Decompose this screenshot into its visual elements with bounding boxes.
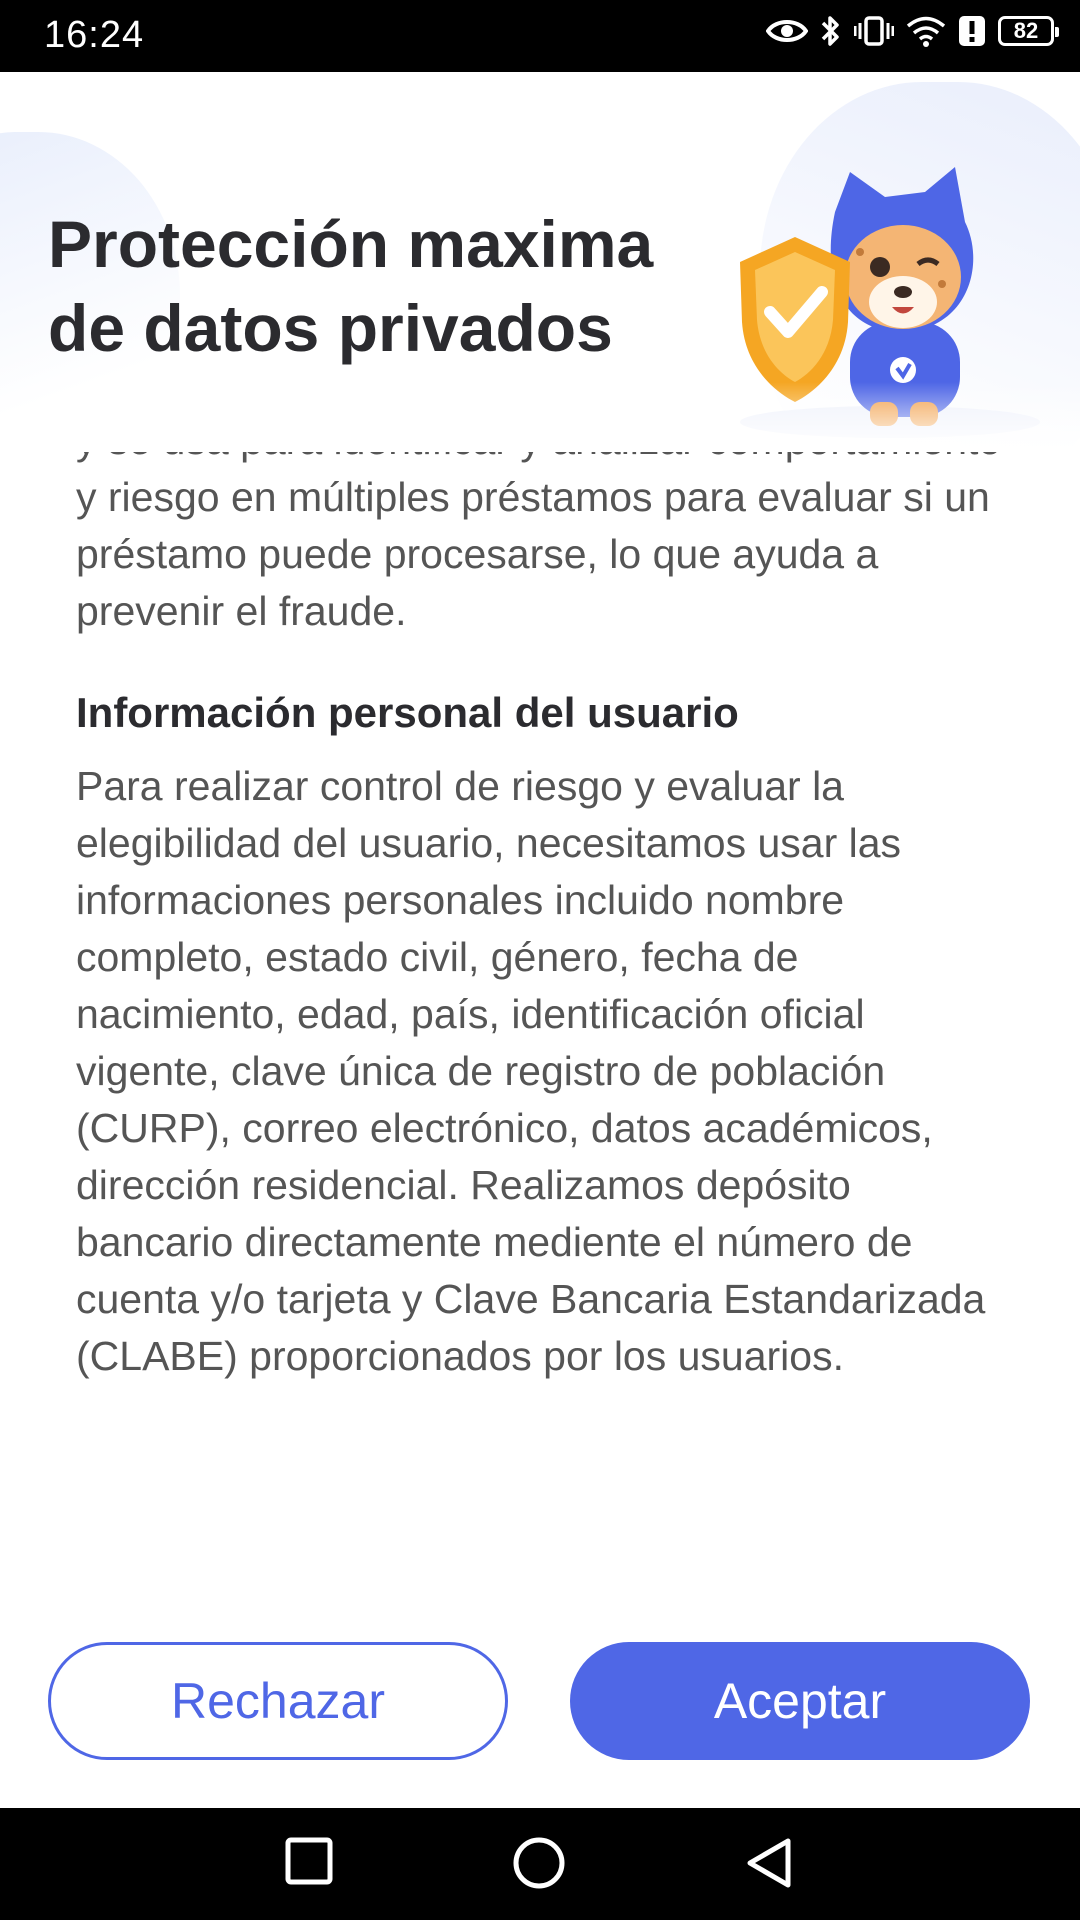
page-title-line1: Protección maxima — [48, 207, 654, 281]
battery-icon: 82 — [998, 16, 1059, 46]
header-fade — [0, 382, 1080, 452]
bluetooth-icon — [821, 16, 839, 46]
section-heading-personal-info: Información personal del usuario — [76, 689, 739, 736]
reject-button[interactable]: Rechazar — [48, 1642, 508, 1760]
back-icon[interactable] — [744, 1836, 794, 1890]
terms-scroll-content[interactable]: y se usa para identificar y analizar com… — [76, 452, 1016, 1602]
recents-icon[interactable] — [284, 1836, 334, 1886]
home-icon[interactable] — [512, 1836, 566, 1890]
header: Protección maxima de datos privados — [0, 72, 1080, 452]
wifi-icon — [906, 16, 946, 47]
battery-level: 82 — [1013, 18, 1039, 43]
intro-paragraph: y se usa para identificar y analizar com… — [76, 452, 1001, 634]
navigation-bar — [0, 1808, 1080, 1920]
status-time: 16:24 — [44, 14, 145, 56]
status-icons: 82 — [766, 14, 1059, 48]
status-bar: 16:24 82 — [0, 0, 1080, 72]
vibrate-icon — [854, 16, 894, 46]
eye-icon — [766, 20, 808, 42]
page-title: Protección maxima de datos privados — [48, 202, 708, 370]
accept-button[interactable]: Aceptar — [570, 1642, 1030, 1760]
alert-icon — [959, 16, 985, 46]
page-title-line2: de datos privados — [48, 291, 613, 365]
section-body-personal-info: Para realizar control de riesgo y evalua… — [76, 763, 986, 1379]
